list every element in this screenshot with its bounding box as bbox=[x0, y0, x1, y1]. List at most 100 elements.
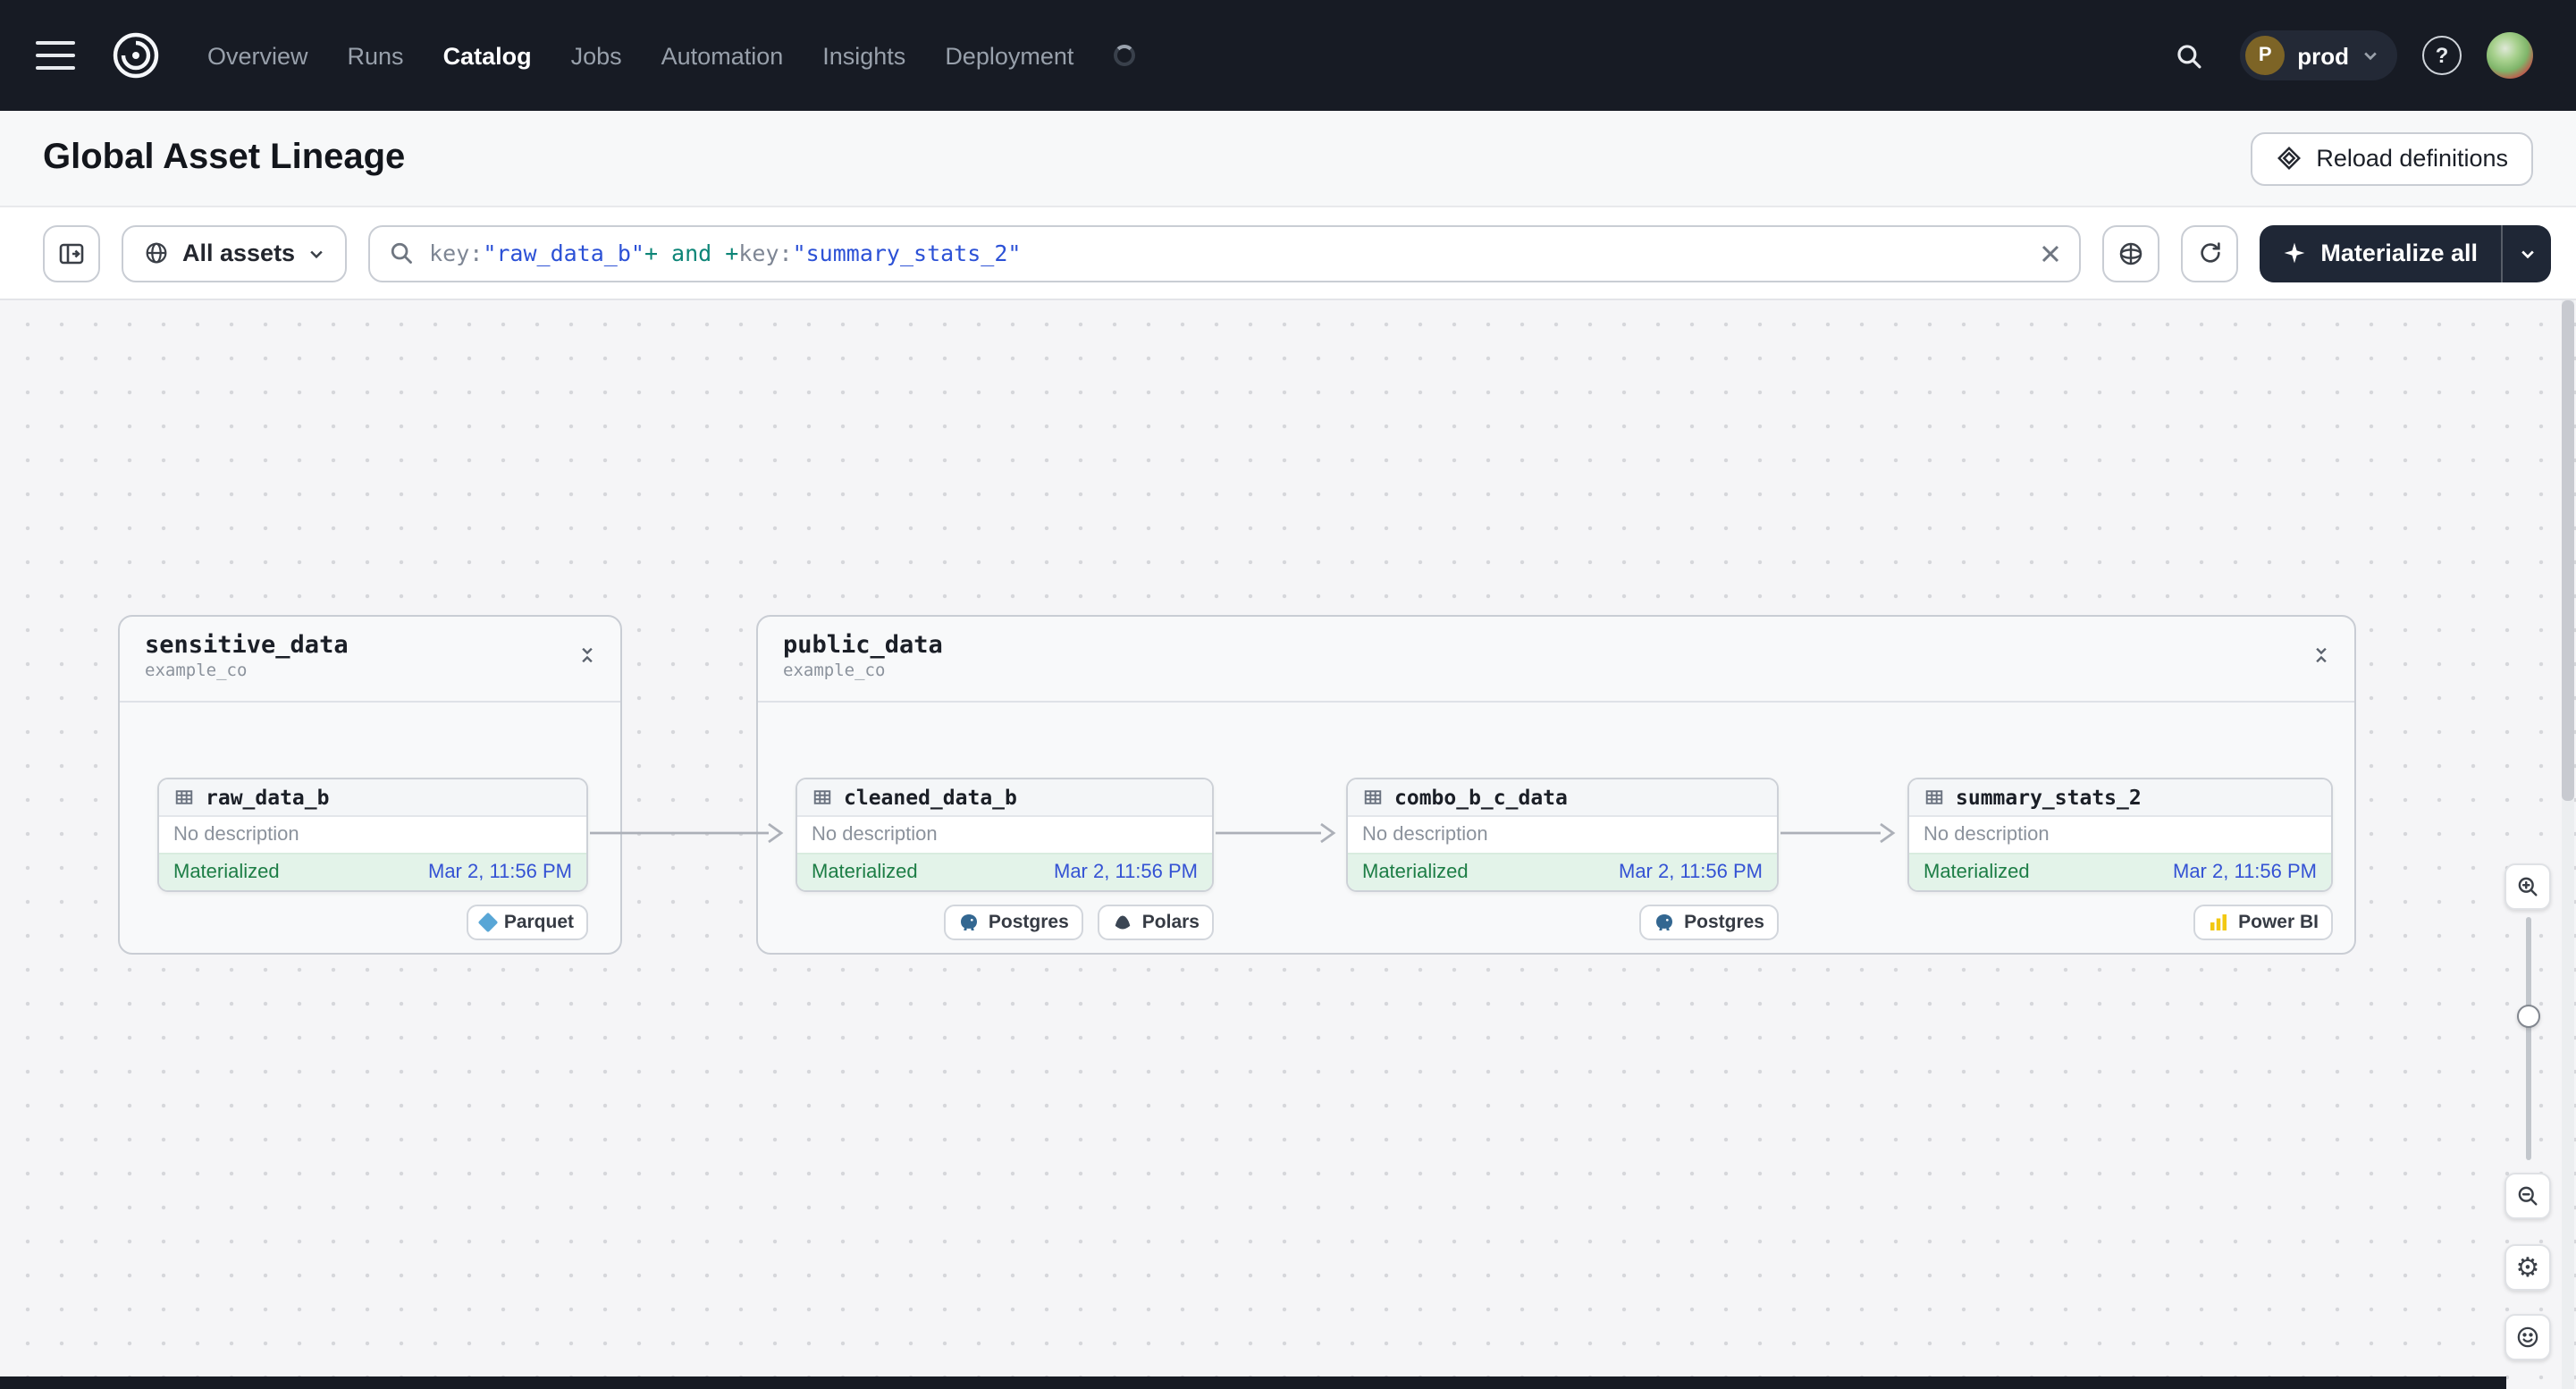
status-badge: Materialized bbox=[1362, 862, 1469, 883]
globe-icon bbox=[146, 242, 167, 264]
table-icon bbox=[1925, 790, 1943, 804]
zoom-slider-track bbox=[2525, 917, 2530, 1160]
query-segment: key: bbox=[429, 240, 484, 266]
refresh-button[interactable] bbox=[2181, 224, 2239, 282]
asset-name: raw_data_b bbox=[206, 785, 330, 810]
nav-item-jobs[interactable]: Jobs bbox=[571, 42, 622, 69]
asset-group-public-data: public_data example_co cleaned_data_b No… bbox=[756, 615, 2356, 955]
graph-settings-button[interactable] bbox=[2102, 224, 2160, 282]
kind-tag-postgres[interactable]: Postgres bbox=[943, 905, 1083, 940]
postgres-icon bbox=[960, 914, 977, 930]
kind-tag-label: Postgres bbox=[988, 912, 1069, 933]
group-subtitle: example_co bbox=[145, 661, 248, 681]
asset-name: cleaned_data_b bbox=[844, 785, 1017, 810]
scrollbar-thumb[interactable] bbox=[2562, 300, 2574, 801]
feedback-button[interactable] bbox=[2504, 1314, 2551, 1360]
help-icon[interactable]: ? bbox=[2422, 36, 2462, 75]
user-avatar[interactable] bbox=[2487, 32, 2533, 79]
kind-tag-label: Postgres bbox=[1684, 912, 1764, 933]
dagster-logo-icon[interactable] bbox=[111, 30, 161, 80]
status-badge: Materialized bbox=[173, 862, 280, 883]
nav-item-catalog[interactable]: Catalog bbox=[443, 42, 532, 69]
collapse-group-icon[interactable] bbox=[570, 638, 602, 670]
search-icon[interactable] bbox=[2161, 29, 2215, 82]
clear-query-icon[interactable] bbox=[2040, 242, 2061, 264]
asset-status-row: Materialized Mar 2, 11:56 PM bbox=[1348, 853, 1777, 890]
open-sidebar-button[interactable] bbox=[43, 224, 100, 282]
chevron-down-icon bbox=[2521, 249, 2533, 258]
asset-group-sensitive-data: sensitive_data example_co raw_data_b No … bbox=[118, 615, 622, 955]
group-title: sensitive_data bbox=[145, 631, 349, 660]
deployment-name: prod bbox=[2297, 42, 2349, 69]
asset-node-combo-b-c-data[interactable]: combo_b_c_data No description Materializ… bbox=[1346, 778, 1779, 892]
zoom-slider[interactable] bbox=[2504, 917, 2551, 1160]
nav-item-insights[interactable]: Insights bbox=[822, 42, 905, 69]
zoom-in-button[interactable] bbox=[2504, 863, 2551, 910]
asset-scope-dropdown[interactable]: All assets bbox=[122, 224, 348, 282]
loading-spinner-icon bbox=[1113, 45, 1135, 66]
query-segment: and bbox=[658, 240, 726, 266]
table-icon bbox=[1364, 790, 1382, 804]
page-title: Global Asset Lineage bbox=[43, 138, 406, 177]
zoom-slider-handle[interactable] bbox=[2516, 1005, 2539, 1028]
deployment-switcher[interactable]: P prod bbox=[2240, 30, 2397, 80]
asset-status-row: Materialized Mar 2, 11:56 PM bbox=[1909, 853, 2331, 890]
nav-item-deployment[interactable]: Deployment bbox=[945, 42, 1073, 69]
asset-node-cleaned-data-b[interactable]: cleaned_data_b No description Materializ… bbox=[796, 778, 1214, 892]
menu-icon[interactable] bbox=[36, 41, 75, 70]
asset-node-summary-stats-2[interactable]: summary_stats_2 No description Materiali… bbox=[1907, 778, 2333, 892]
materialization-timestamp[interactable]: Mar 2, 11:56 PM bbox=[1054, 862, 1198, 883]
query-segment: + bbox=[725, 240, 739, 266]
asset-status-row: Materialized Mar 2, 11:56 PM bbox=[159, 853, 586, 890]
materialize-all-button[interactable]: Materialize all bbox=[2260, 224, 2501, 282]
gear-icon: ⚙ bbox=[2515, 1252, 2540, 1283]
asset-description: No description bbox=[1909, 817, 2331, 853]
reload-definitions-label: Reload definitions bbox=[2316, 145, 2508, 172]
zoom-out-button[interactable] bbox=[2504, 1173, 2551, 1219]
lineage-canvas[interactable]: sensitive_data example_co raw_data_b No … bbox=[0, 300, 2576, 1389]
collapse-group-icon[interactable] bbox=[2304, 638, 2336, 670]
chevron-down-icon bbox=[2364, 52, 2377, 61]
definitions-icon bbox=[2277, 147, 2301, 170]
reload-definitions-button[interactable]: Reload definitions bbox=[2250, 131, 2533, 185]
lineage-toolbar: All assets key: "raw_data_b" + and + key… bbox=[0, 207, 2576, 300]
powerbi-icon bbox=[2210, 914, 2227, 930]
navbar: Overview Runs Catalog Jobs Automation In… bbox=[0, 0, 2576, 111]
kind-tag-polars[interactable]: Polars bbox=[1097, 905, 1214, 940]
kind-tag-powerbi[interactable]: Power BI bbox=[2193, 905, 2333, 940]
asset-selection-input[interactable]: key: "raw_data_b" + and + key: "summary_… bbox=[368, 224, 2082, 282]
kind-tag-postgres[interactable]: Postgres bbox=[1639, 905, 1779, 940]
asset-description: No description bbox=[1348, 817, 1777, 853]
smiley-icon bbox=[2517, 1326, 2538, 1348]
page-header: Global Asset Lineage Reload definitions bbox=[0, 111, 2576, 207]
group-title: public_data bbox=[783, 631, 943, 660]
table-icon bbox=[813, 790, 831, 804]
asset-node-raw-data-b[interactable]: raw_data_b No description Materialized M… bbox=[157, 778, 588, 892]
asset-selection-query: key: "raw_data_b" + and + key: "summary_… bbox=[429, 240, 2025, 266]
status-badge: Materialized bbox=[1924, 862, 2030, 883]
asset-scope-label: All assets bbox=[182, 240, 296, 266]
deployment-initial-badge: P bbox=[2245, 36, 2286, 75]
materialization-timestamp[interactable]: Mar 2, 11:56 PM bbox=[428, 862, 572, 883]
query-segment: "raw_data_b" bbox=[483, 240, 644, 266]
materialize-all-split-button: Materialize all bbox=[2260, 224, 2551, 282]
app-window: Overview Runs Catalog Jobs Automation In… bbox=[0, 0, 2576, 1389]
query-segment: "summary_stats_2" bbox=[792, 240, 1022, 266]
search-icon bbox=[391, 242, 412, 264]
vertical-scrollbar[interactable] bbox=[2562, 300, 2574, 1389]
refresh-icon bbox=[2200, 242, 2220, 263]
materialization-timestamp[interactable]: Mar 2, 11:56 PM bbox=[2173, 862, 2317, 883]
kind-tag-parquet[interactable]: Parquet bbox=[466, 905, 588, 940]
asset-description: No description bbox=[159, 817, 586, 853]
nav-item-automation[interactable]: Automation bbox=[661, 42, 784, 69]
nav-item-runs[interactable]: Runs bbox=[348, 42, 404, 69]
chevron-down-icon bbox=[310, 249, 323, 258]
group-subtitle: example_co bbox=[783, 661, 886, 681]
nav-item-overview[interactable]: Overview bbox=[207, 42, 308, 69]
bottom-edge-bar bbox=[0, 1376, 2506, 1389]
materialization-timestamp[interactable]: Mar 2, 11:56 PM bbox=[1619, 862, 1763, 883]
materialize-options-button[interactable] bbox=[2501, 224, 2551, 282]
polars-icon bbox=[1115, 915, 1131, 930]
table-icon bbox=[175, 790, 193, 804]
graph-options-button[interactable]: ⚙ bbox=[2504, 1244, 2551, 1291]
